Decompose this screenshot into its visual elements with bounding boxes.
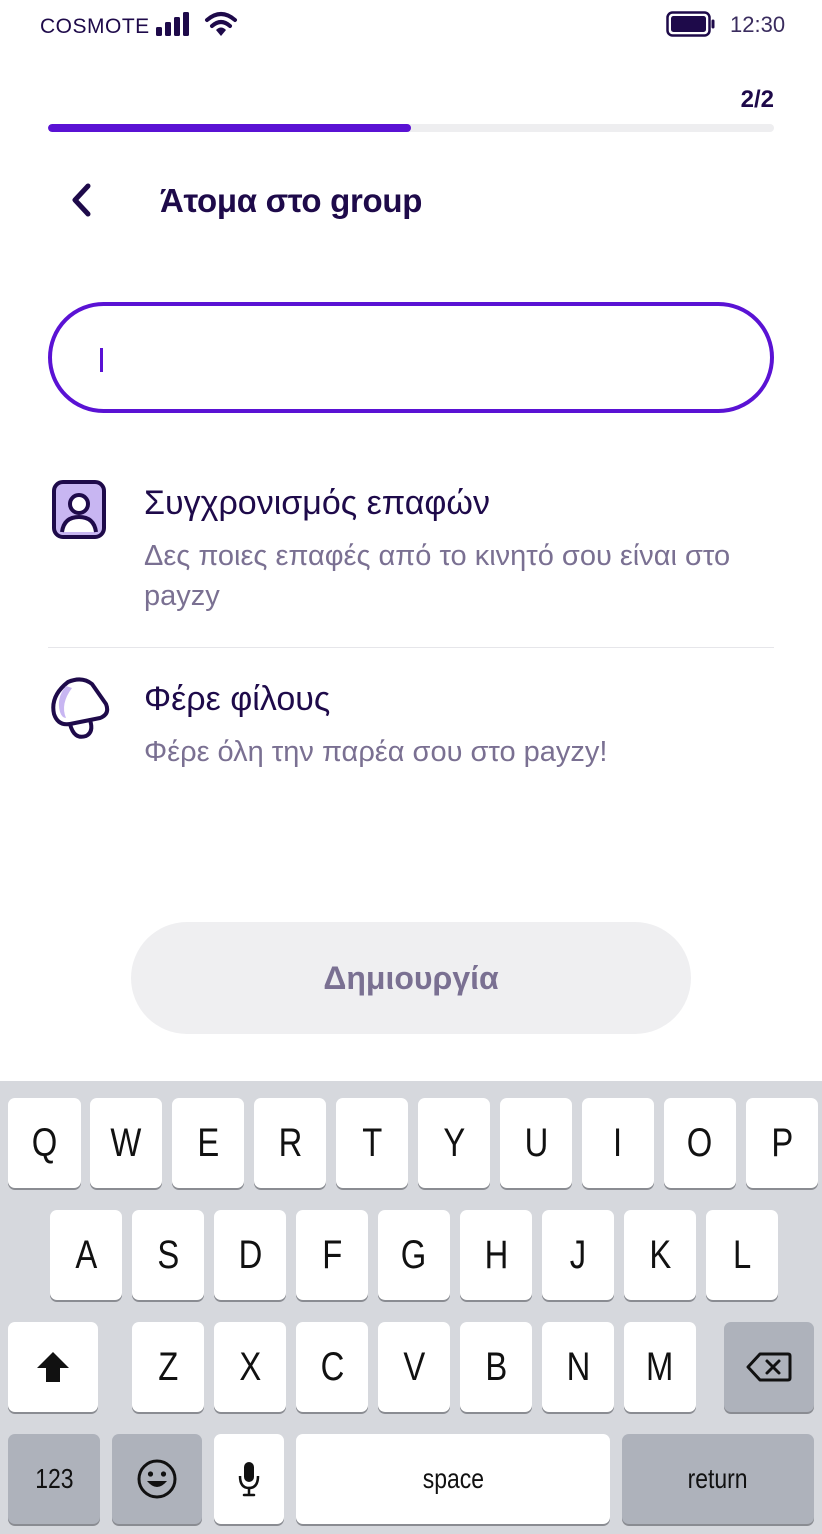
key-i[interactable]: I xyxy=(582,1098,654,1188)
key-label: L xyxy=(732,1232,752,1277)
key-label: D xyxy=(238,1232,262,1277)
key-f[interactable]: F xyxy=(296,1210,368,1300)
progress-bar xyxy=(48,124,774,132)
chevron-left-icon xyxy=(72,183,91,217)
key-w[interactable]: W xyxy=(90,1098,162,1188)
key-n[interactable]: N xyxy=(542,1322,614,1412)
key-label: F xyxy=(321,1232,343,1277)
key-label: O xyxy=(687,1120,713,1165)
key-label: P xyxy=(771,1120,793,1165)
key-q[interactable]: Q xyxy=(8,1098,81,1188)
list-item-contact-sync[interactable]: Συγχρονισμός επαφών Δες ποιες επαφές από… xyxy=(48,478,774,648)
key-a[interactable]: A xyxy=(50,1210,122,1300)
key-label: S xyxy=(157,1232,179,1277)
key-label: N xyxy=(566,1344,590,1389)
key-x[interactable]: X xyxy=(214,1322,286,1412)
shift-key[interactable] xyxy=(8,1322,98,1412)
key-label: J xyxy=(569,1232,587,1277)
microphone-key[interactable] xyxy=(214,1434,284,1524)
key-label: W xyxy=(110,1120,142,1165)
text-cursor xyxy=(100,348,103,372)
search-input[interactable] xyxy=(48,302,774,413)
backspace-icon xyxy=(746,1352,792,1382)
backspace-key[interactable] xyxy=(724,1322,814,1412)
back-button[interactable] xyxy=(58,176,106,224)
shift-icon xyxy=(37,1352,69,1382)
microphone-icon xyxy=(238,1462,260,1497)
status-bar: COSMOTE 12:30 xyxy=(0,0,822,56)
key-e[interactable]: E xyxy=(172,1098,244,1188)
key-t[interactable]: T xyxy=(336,1098,408,1188)
carrier-name: COSMOTE xyxy=(40,15,150,38)
option-description: Δες ποιες επαφές από το κινητό σου είναι… xyxy=(144,540,731,612)
contact-sync-icon xyxy=(52,480,106,539)
page-title: Άτομα στο group xyxy=(160,182,423,219)
key-label: T xyxy=(361,1120,383,1165)
option-title: Φέρε φίλους xyxy=(144,680,331,718)
signal-bars-icon xyxy=(156,12,189,36)
key-label: X xyxy=(239,1344,261,1389)
key-label: Y xyxy=(443,1120,465,1165)
emoji-key[interactable] xyxy=(112,1434,202,1524)
key-label: Z xyxy=(157,1344,179,1389)
key-y[interactable]: Y xyxy=(418,1098,490,1188)
key-label: B xyxy=(485,1344,507,1389)
key-j[interactable]: J xyxy=(542,1210,614,1300)
return-key[interactable]: return xyxy=(622,1434,814,1524)
wifi-icon xyxy=(205,12,237,36)
megaphone-icon xyxy=(51,677,110,739)
emoji-icon xyxy=(137,1459,177,1499)
key-label: H xyxy=(484,1232,508,1277)
key-label: C xyxy=(320,1344,344,1389)
option-title: Συγχρονισμός επαφών xyxy=(144,484,490,522)
key-v[interactable]: V xyxy=(378,1322,450,1412)
key-z[interactable]: Z xyxy=(132,1322,204,1412)
key-label: U xyxy=(524,1120,548,1165)
key-m[interactable]: M xyxy=(624,1322,696,1412)
status-time: 12:30 xyxy=(730,12,786,37)
option-description: Φέρε όλη την παρέα σου στο payzy! xyxy=(144,736,608,768)
key-g[interactable]: G xyxy=(378,1210,450,1300)
key-label: 123 xyxy=(34,1463,74,1494)
key-c[interactable]: C xyxy=(296,1322,368,1412)
key-label: G xyxy=(401,1232,427,1277)
key-d[interactable]: D xyxy=(214,1210,286,1300)
key-label: I xyxy=(613,1120,623,1165)
on-screen-keyboard: Q W E R T Y U I O P A S D F G H J K L Z … xyxy=(0,1081,822,1534)
list-item-invite-friends[interactable]: Φέρε φίλους Φέρε όλη την παρέα σου στο p… xyxy=(48,674,774,794)
key-label: Q xyxy=(31,1120,58,1165)
progress-bar-fill xyxy=(48,124,411,132)
numbers-key[interactable]: 123 xyxy=(8,1434,100,1524)
key-r[interactable]: R xyxy=(254,1098,326,1188)
key-label: K xyxy=(649,1232,671,1277)
key-o[interactable]: O xyxy=(664,1098,736,1188)
step-counter: 2/2 xyxy=(740,86,774,113)
key-h[interactable]: H xyxy=(460,1210,532,1300)
key-u[interactable]: U xyxy=(500,1098,572,1188)
key-label: R xyxy=(278,1120,302,1165)
key-label: M xyxy=(646,1344,674,1389)
key-b[interactable]: B xyxy=(460,1322,532,1412)
space-key[interactable]: space xyxy=(296,1434,610,1524)
key-p[interactable]: P xyxy=(746,1098,818,1188)
key-k[interactable]: K xyxy=(624,1210,696,1300)
key-label: A xyxy=(75,1232,97,1277)
key-label: V xyxy=(403,1344,425,1389)
key-label: return xyxy=(688,1463,748,1494)
create-button[interactable]: Δημιουργία xyxy=(131,922,691,1034)
key-label: space xyxy=(422,1463,484,1494)
battery-full-icon xyxy=(666,11,715,37)
key-label: E xyxy=(197,1120,219,1165)
key-s[interactable]: S xyxy=(132,1210,204,1300)
key-l[interactable]: L xyxy=(706,1210,778,1300)
